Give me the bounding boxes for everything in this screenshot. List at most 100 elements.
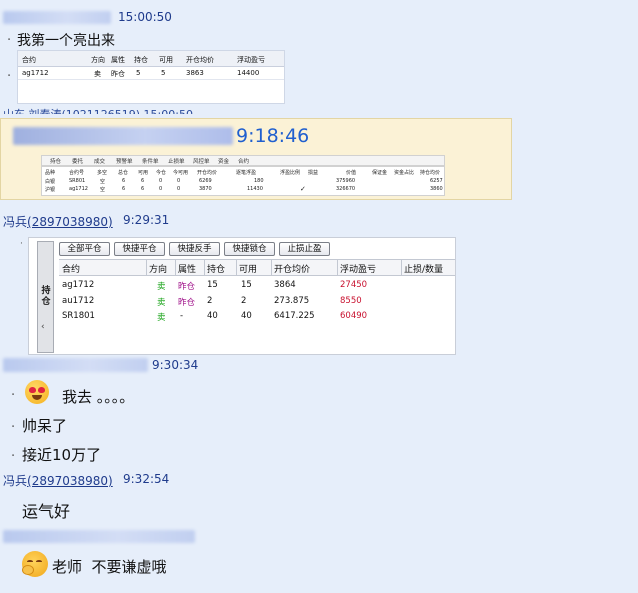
message-bullet: ·: [7, 69, 12, 84]
column-divider: [271, 259, 272, 276]
positions-table: 品种 合约号 多空 总仓 可用 今仓 今可用 开仓均价 逐笔浮盈 浮盈比例 损益…: [41, 166, 445, 196]
cell-floating-pl: 14400: [237, 69, 260, 77]
header-direction[interactable]: 方向: [149, 262, 167, 275]
table-cell: 6: [122, 178, 126, 184]
cell-available: 15: [241, 280, 252, 290]
sender-name[interactable]: 冯兵(2897038980): [3, 472, 113, 489]
column-divider: [337, 259, 338, 276]
header-floating-pl[interactable]: 浮动盈亏: [340, 262, 376, 275]
header-holding: 持仓: [134, 56, 148, 64]
cell-contract: au1712: [62, 296, 95, 306]
cell-direction: 卖: [157, 298, 166, 308]
tab[interactable]: 风控单: [193, 157, 210, 165]
message-bullet: ·: [11, 420, 16, 435]
tab[interactable]: 资金: [218, 157, 229, 165]
table-cell: 0: [159, 178, 163, 184]
header-avg-price: 开仓均价: [186, 56, 214, 64]
sender-id[interactable]: (2897038980): [27, 474, 113, 488]
header-contract: 合约: [22, 56, 36, 64]
table-cell: 6: [122, 186, 126, 192]
screenshot-positions-3[interactable]: 持仓 ‹ 全部平仓 快捷平仓 快捷反手 快捷锁仓 止损止盈 合约 方向 属性 持…: [28, 237, 456, 355]
redacted-sender: [3, 11, 111, 24]
cell-attribute: -: [180, 311, 184, 321]
sender-id[interactable]: (2897038980): [27, 215, 113, 229]
table-cell: 180: [254, 178, 264, 184]
header-available[interactable]: 可用: [239, 262, 257, 275]
header-contract[interactable]: 合约: [62, 262, 80, 275]
table-header: 持仓均价: [420, 170, 441, 176]
message-time: 9:18:46: [236, 125, 310, 147]
table-cell: 6: [141, 178, 145, 184]
tab[interactable]: 条件单: [142, 157, 159, 165]
cell-direction: 卖: [157, 282, 166, 292]
table-cell: 空: [100, 187, 106, 193]
cell-avg-price: 3863: [186, 69, 204, 77]
cell-contract: ag1712: [22, 69, 49, 77]
checkmark-icon: ✓: [300, 185, 306, 193]
table-header: 品种: [45, 170, 56, 176]
cell-attribute: 昨仓: [178, 298, 196, 308]
table-cell: 3860: [430, 186, 443, 192]
table-cell: 375960: [336, 178, 356, 184]
side-tab-label: 持仓: [41, 286, 51, 307]
heart-eyes-emoji-icon: [25, 380, 49, 404]
cell-available: 40: [241, 311, 252, 321]
column-divider: [175, 259, 176, 276]
header-stop-qty[interactable]: 止损/数量: [404, 262, 443, 275]
cell-direction: 卖: [94, 70, 101, 78]
chevron-left-icon[interactable]: ‹: [41, 322, 45, 332]
stop-loss-profit-button[interactable]: 止损止盈: [279, 242, 330, 256]
header-holding[interactable]: 持仓: [207, 262, 225, 275]
table-header: 总仓: [118, 170, 129, 176]
tab[interactable]: 成交: [94, 157, 105, 165]
tab[interactable]: 止损单: [168, 157, 185, 165]
message-bullet: ·: [11, 388, 16, 403]
table-header: 可用: [138, 170, 149, 176]
tab[interactable]: 委托: [72, 157, 83, 165]
tab[interactable]: 预警单: [116, 157, 133, 165]
cell-attribute: 昨仓: [178, 282, 196, 292]
cell-holding: 2: [207, 296, 213, 306]
header-avg-price[interactable]: 开仓均价: [274, 262, 310, 275]
table-cell: SR801: [69, 178, 86, 184]
table-cell: 0: [159, 186, 163, 192]
message-bullet: ·: [7, 33, 12, 48]
cell-attribute: 昨仓: [111, 70, 125, 78]
header-attribute: 属性: [111, 56, 125, 64]
table-header: 合约号: [69, 170, 85, 176]
cell-avg-price: 273.875: [274, 296, 310, 306]
quick-close-button[interactable]: 快捷平仓: [114, 242, 165, 256]
column-divider: [204, 259, 205, 276]
table-cell: 沪银: [45, 187, 56, 193]
header-attribute[interactable]: 属性: [178, 262, 196, 275]
cell-avg-price: 3864: [274, 280, 296, 290]
positions-side-tab[interactable]: 持仓 ‹: [37, 241, 54, 353]
tab[interactable]: 持仓: [50, 157, 61, 165]
message-text: 我第一个亮出来: [17, 33, 115, 49]
quick-lock-button[interactable]: 快捷锁仓: [224, 242, 275, 256]
table-cell: 6269: [199, 178, 212, 184]
column-divider: [401, 259, 402, 276]
cell-contract: SR1801: [62, 311, 95, 321]
screenshot-positions-1[interactable]: 合约 方向 属性 持仓 可用 开仓均价 浮动盈亏 ag1712 卖 昨仓 5 5…: [17, 50, 285, 104]
message-text: 运气好: [22, 502, 71, 521]
table-header: 今可用: [173, 170, 189, 176]
redacted-name: [13, 127, 233, 145]
quick-reverse-button[interactable]: 快捷反手: [169, 242, 220, 256]
sender-name[interactable]: 冯兵(2897038980): [3, 213, 113, 230]
table-cell: 白银: [45, 179, 56, 185]
table-cell: ag1712: [69, 186, 88, 192]
cell-floating-pl: 8550: [340, 296, 362, 306]
table-header: 保证金: [372, 170, 388, 176]
table-header: 损益: [308, 170, 319, 176]
cell-holding: 15: [207, 280, 218, 290]
cell-direction: 卖: [157, 313, 166, 323]
tab[interactable]: 合约: [238, 157, 249, 165]
table-header: 价值: [346, 170, 357, 176]
table-cell: 6257: [430, 178, 443, 184]
close-all-button[interactable]: 全部平仓: [59, 242, 110, 256]
tab-bar: 持仓 委托 成交 预警单 条件单 止损单 风控单 资金 合约: [41, 155, 445, 166]
table-cell: 0: [177, 178, 181, 184]
cell-floating-pl: 60490: [340, 311, 368, 321]
table-header: 资金占比: [394, 170, 415, 176]
